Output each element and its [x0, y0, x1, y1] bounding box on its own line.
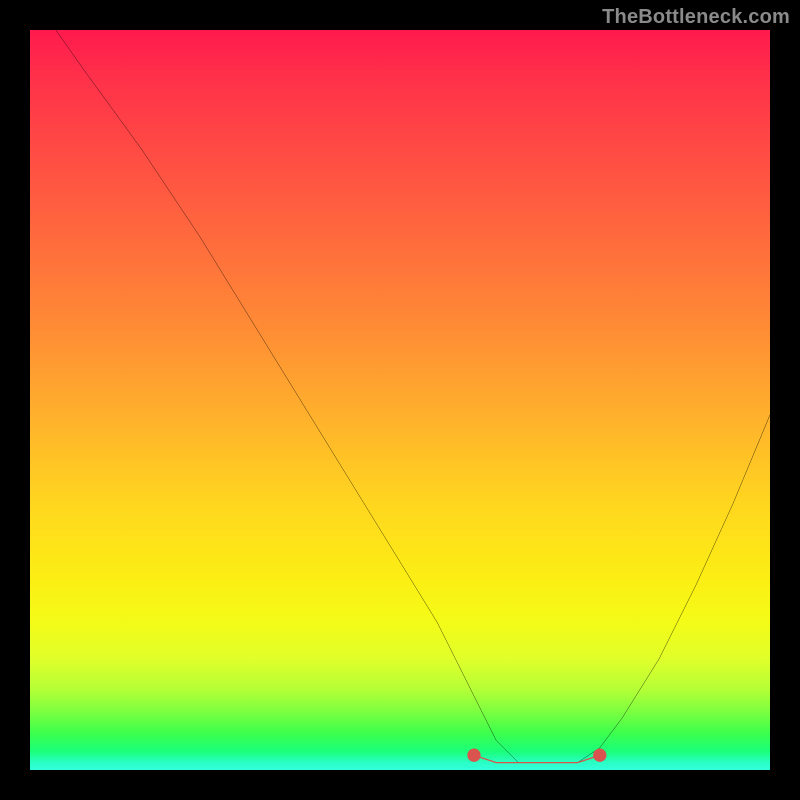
chart-frame: TheBottleneck.com	[0, 0, 800, 800]
bottleneck-curve	[30, 30, 770, 763]
curve-layer	[30, 30, 770, 770]
optimal-start-dot	[467, 749, 480, 762]
optimal-range-overlay	[474, 755, 600, 762]
watermark-label: TheBottleneck.com	[602, 6, 790, 29]
optimal-end-dot	[593, 749, 606, 762]
plot-area	[30, 30, 770, 770]
